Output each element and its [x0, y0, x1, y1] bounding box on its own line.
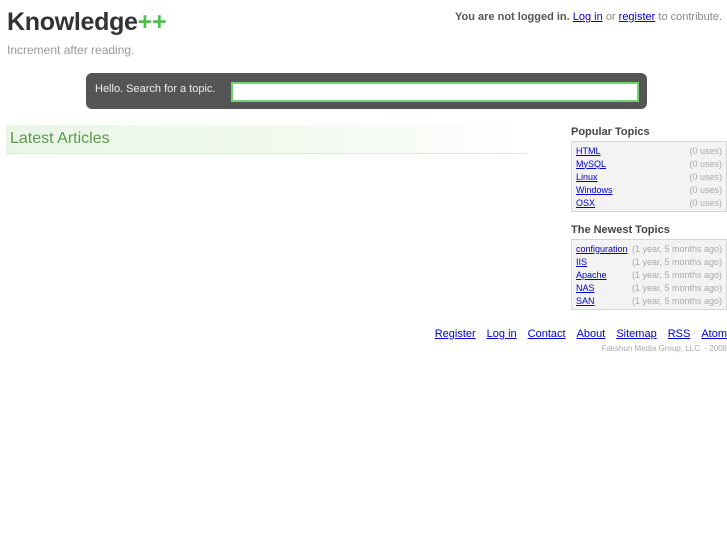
topic-link-san[interactable]: SAN [576, 296, 595, 306]
latest-articles-heading: Latest Articles [10, 130, 110, 147]
topic-link-nas[interactable]: NAS [576, 283, 595, 293]
footer-atom-link[interactable]: Atom [701, 328, 727, 340]
newest-topics-box: configuration (1 year, 5 months ago) IIS… [571, 239, 727, 310]
topic-link-osx[interactable]: OSX [576, 198, 595, 208]
topic-count: (0 uses) [689, 145, 722, 156]
topic-age: (1 year, 5 months ago) [631, 256, 722, 267]
logo-plus: ++ [137, 8, 167, 36]
login-link[interactable]: Log in [573, 11, 603, 23]
topic-count: (0 uses) [689, 184, 722, 195]
popular-topics-box: HTML (0 uses) MySQL (0 uses) Linux (0 us… [571, 141, 727, 212]
popular-topics-heading: Popular Topics [571, 126, 650, 138]
login-status: You are not logged in. Log in or registe… [455, 11, 722, 23]
site-logo[interactable]: Knowledge++ [7, 8, 167, 37]
topic-link-mysql[interactable]: MySQL [576, 159, 606, 169]
logo-text: Knowledge [7, 8, 138, 36]
list-item: Windows (0 uses) [576, 183, 722, 196]
topic-age: (1 year, 5 months ago) [631, 282, 722, 293]
list-item: HTML (0 uses) [576, 144, 722, 157]
footer-copyright: Fakshun Media Group, LLC. - 2008 [601, 344, 727, 353]
search-label: Hello. Search for a topic. [95, 83, 216, 95]
topic-link-linux[interactable]: Linux [576, 172, 598, 182]
footer-sitemap-link[interactable]: Sitemap [616, 328, 656, 340]
topic-link-windows[interactable]: Windows [576, 185, 613, 195]
topic-link-configuration[interactable]: configuration [576, 244, 628, 254]
login-or-text: or [605, 11, 616, 23]
topic-count: (0 uses) [689, 171, 722, 182]
footer-nav: Register Log in Contact About Sitemap RS… [435, 328, 727, 340]
list-item: IIS (1 year, 5 months ago) [576, 255, 722, 268]
site-tagline: Increment after reading. [7, 43, 135, 57]
topic-count: (0 uses) [689, 158, 722, 169]
login-status-text: You are not logged in. [455, 11, 570, 23]
search-bar: Hello. Search for a topic. [86, 73, 647, 109]
footer-contact-link[interactable]: Contact [528, 328, 566, 340]
list-item: configuration (1 year, 5 months ago) [576, 242, 722, 255]
topic-age: (1 year, 5 months ago) [631, 243, 722, 254]
login-suffix-text: to contribute. [658, 11, 722, 23]
register-link[interactable]: register [619, 11, 656, 23]
topic-count: (0 uses) [689, 197, 722, 208]
list-item: Linux (0 uses) [576, 170, 722, 183]
topic-link-html[interactable]: HTML [576, 146, 601, 156]
topic-age: (1 year, 5 months ago) [631, 269, 722, 280]
topic-link-apache[interactable]: Apache [576, 270, 607, 280]
list-item: Apache (1 year, 5 months ago) [576, 268, 722, 281]
list-item: MySQL (0 uses) [576, 157, 722, 170]
topic-age: (1 year, 5 months ago) [631, 295, 722, 306]
list-item: OSX (0 uses) [576, 196, 722, 209]
newest-topics-heading: The Newest Topics [571, 224, 670, 236]
search-input[interactable] [231, 82, 639, 102]
footer-login-link[interactable]: Log in [487, 328, 517, 340]
list-item: NAS (1 year, 5 months ago) [576, 281, 722, 294]
list-item: SAN (1 year, 5 months ago) [576, 294, 722, 307]
footer-rss-link[interactable]: RSS [668, 328, 691, 340]
topic-link-iis[interactable]: IIS [576, 257, 587, 267]
footer-register-link[interactable]: Register [435, 328, 476, 340]
latest-articles-panel: Latest Articles [6, 125, 527, 154]
footer-about-link[interactable]: About [577, 328, 606, 340]
